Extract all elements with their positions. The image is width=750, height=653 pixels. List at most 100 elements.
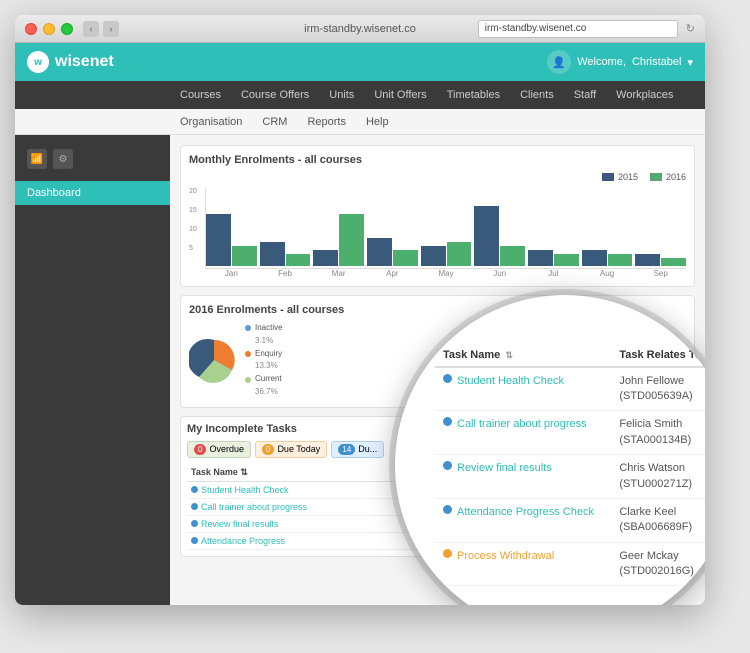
zoom-relates-cell-2: Felicia Smith (STA000134B) — [611, 411, 705, 455]
task-link[interactable]: Student Health Check — [201, 485, 289, 495]
bar-2015-jun — [474, 206, 499, 266]
bar-2015-mar — [313, 250, 338, 266]
bar-group-aug — [582, 250, 633, 266]
due-later-badge: 14 — [338, 444, 355, 455]
bar-2016-jan — [232, 246, 257, 266]
pie-label-current: Current — [255, 373, 282, 386]
tab-due-today[interactable]: 0 Due Today — [255, 441, 327, 458]
pie-enquiry: Enquiry — [245, 348, 283, 361]
x-label-jan: Jan — [206, 269, 257, 278]
task-cell: Review final results — [187, 515, 438, 532]
zoom-relates-cell-4: Clarke Keel (SBA006689F) — [611, 498, 705, 542]
nav-courses[interactable]: Courses — [170, 81, 231, 109]
sort-icon: ⇅ — [505, 350, 513, 360]
zoom-task-link-2[interactable]: Call trainer about progress — [457, 417, 587, 432]
zoom-dot-4 — [443, 505, 452, 514]
zoom-row-4: Attendance Progress Check Clarke Keel (S… — [435, 498, 705, 542]
welcome-label: Welcome, — [577, 56, 626, 68]
zoom-col-task: Task Name ⇅ — [435, 344, 611, 367]
task-link[interactable]: Review final results — [201, 519, 279, 529]
nav-sub: Organisation CRM Reports Help — [15, 109, 705, 135]
pie-dot-current — [245, 377, 251, 383]
refresh-icon[interactable]: ↻ — [686, 22, 695, 35]
nav-clients[interactable]: Clients — [510, 81, 564, 109]
nav-staff[interactable]: Staff — [564, 81, 606, 109]
bar-2016-feb — [286, 254, 311, 266]
x-label-jun: Jun — [474, 269, 525, 278]
zoom-row-1: Student Health Check John Fellowe (STD00… — [435, 367, 705, 411]
overdue-badge: 0 — [194, 444, 206, 455]
pie-label-inactive: Inactive — [255, 322, 283, 335]
nav-unit-offers[interactable]: Unit Offers — [364, 81, 436, 109]
zoom-table: Task Name ⇅ Task Relates To Student H — [435, 344, 705, 587]
minimize-button[interactable] — [43, 23, 55, 35]
zoom-row-5: Process Withdrawal Geer Mckay (STD002016… — [435, 542, 705, 586]
window-title: irm-standby.wisenet.co — [304, 23, 416, 35]
zoom-task-cell-1: Student Health Check — [435, 367, 611, 411]
pie-inactive: Inactive — [245, 322, 283, 335]
y-label-10: 10 — [189, 226, 205, 233]
sidebar-icon-analytics[interactable]: 📶 — [27, 149, 47, 169]
chart-title: Monthly Enrolments - all courses — [189, 154, 686, 166]
sidebar-icon-settings[interactable]: ⚙ — [53, 149, 73, 169]
pie-labels: Inactive 3.1% Enquiry 13.3% Current 36.7… — [245, 322, 283, 399]
forward-button[interactable]: › — [103, 21, 119, 37]
dot-blue — [191, 537, 198, 544]
nav-course-offers[interactable]: Course Offers — [231, 81, 319, 109]
bar-2016-aug — [608, 254, 633, 266]
welcome-area[interactable]: 👤 Welcome, Christabel ▾ — [547, 50, 693, 74]
back-button[interactable]: ‹ — [83, 21, 99, 37]
user-name: Christabel — [632, 56, 682, 68]
sidebar-dashboard-label: Dashboard — [27, 187, 81, 199]
due-today-label: Due Today — [277, 444, 320, 454]
x-label-jul: Jul — [528, 269, 579, 278]
x-label-sep: Sep — [635, 269, 686, 278]
y-label-20: 20 — [189, 188, 205, 195]
x-label-apr: Apr — [367, 269, 418, 278]
maximize-button[interactable] — [61, 23, 73, 35]
legend-label-2016: 2016 — [666, 172, 686, 182]
legend-label-2015: 2015 — [618, 172, 638, 182]
sub-organisation[interactable]: Organisation — [170, 109, 252, 135]
traffic-lights — [25, 23, 73, 35]
monthly-enrolments-chart: Monthly Enrolments - all courses 2015 20… — [180, 145, 695, 287]
tab-overdue[interactable]: 0 Overdue — [187, 441, 251, 458]
y-label-15: 15 — [189, 207, 205, 214]
sub-reports[interactable]: Reports — [297, 109, 356, 135]
nav-workplaces[interactable]: Workplaces — [606, 81, 683, 109]
nav-units[interactable]: Units — [319, 81, 364, 109]
bars-area — [205, 188, 686, 269]
zoom-task-link-4[interactable]: Attendance Progress Check — [457, 505, 594, 520]
legend-color-2016 — [650, 173, 662, 181]
pie-dot-enquiry — [245, 351, 251, 357]
nav-buttons: ‹ › — [83, 21, 119, 37]
pie-pct-current: 36.7% — [255, 386, 283, 399]
url-bar[interactable]: irm-standby.wisenet.co — [478, 20, 678, 38]
nav-timetables[interactable]: Timetables — [437, 81, 510, 109]
x-label-aug: Aug — [582, 269, 633, 278]
zoom-task-link-1[interactable]: Student Health Check — [457, 374, 564, 389]
sub-crm[interactable]: CRM — [252, 109, 297, 135]
bar-2015-jul — [528, 250, 553, 266]
overdue-label: Overdue — [209, 444, 244, 454]
sub-help[interactable]: Help — [356, 109, 399, 135]
zoom-task-cell-2: Call trainer about progress — [435, 411, 611, 455]
pie-label-enquiry: Enquiry — [255, 348, 282, 361]
dot-blue — [191, 503, 198, 510]
y-label-5: 5 — [189, 245, 205, 252]
bar-2016-apr — [393, 250, 418, 266]
pie-chart — [189, 335, 239, 385]
zoom-task-link-3[interactable]: Review final results — [457, 461, 552, 476]
bars-container: Jan Feb Mar Apr May Jun Jul Aug Sep — [205, 188, 686, 278]
zoom-task-link-5[interactable]: Process Withdrawal — [457, 549, 554, 564]
sidebar-item-dashboard[interactable]: Dashboard — [15, 181, 170, 205]
task-link[interactable]: Call trainer about progress — [201, 502, 307, 512]
zoom-relates-name-2: Felicia Smith — [619, 417, 705, 432]
legend-color-2015 — [602, 173, 614, 181]
close-button[interactable] — [25, 23, 37, 35]
sidebar: 📶 ⚙ Dashboard — [15, 135, 170, 605]
tab-due-later[interactable]: 14 Du... — [331, 441, 384, 458]
x-label-mar: Mar — [313, 269, 364, 278]
legend-2015: 2015 — [602, 172, 638, 182]
task-link[interactable]: Attendance Progress — [201, 536, 285, 546]
